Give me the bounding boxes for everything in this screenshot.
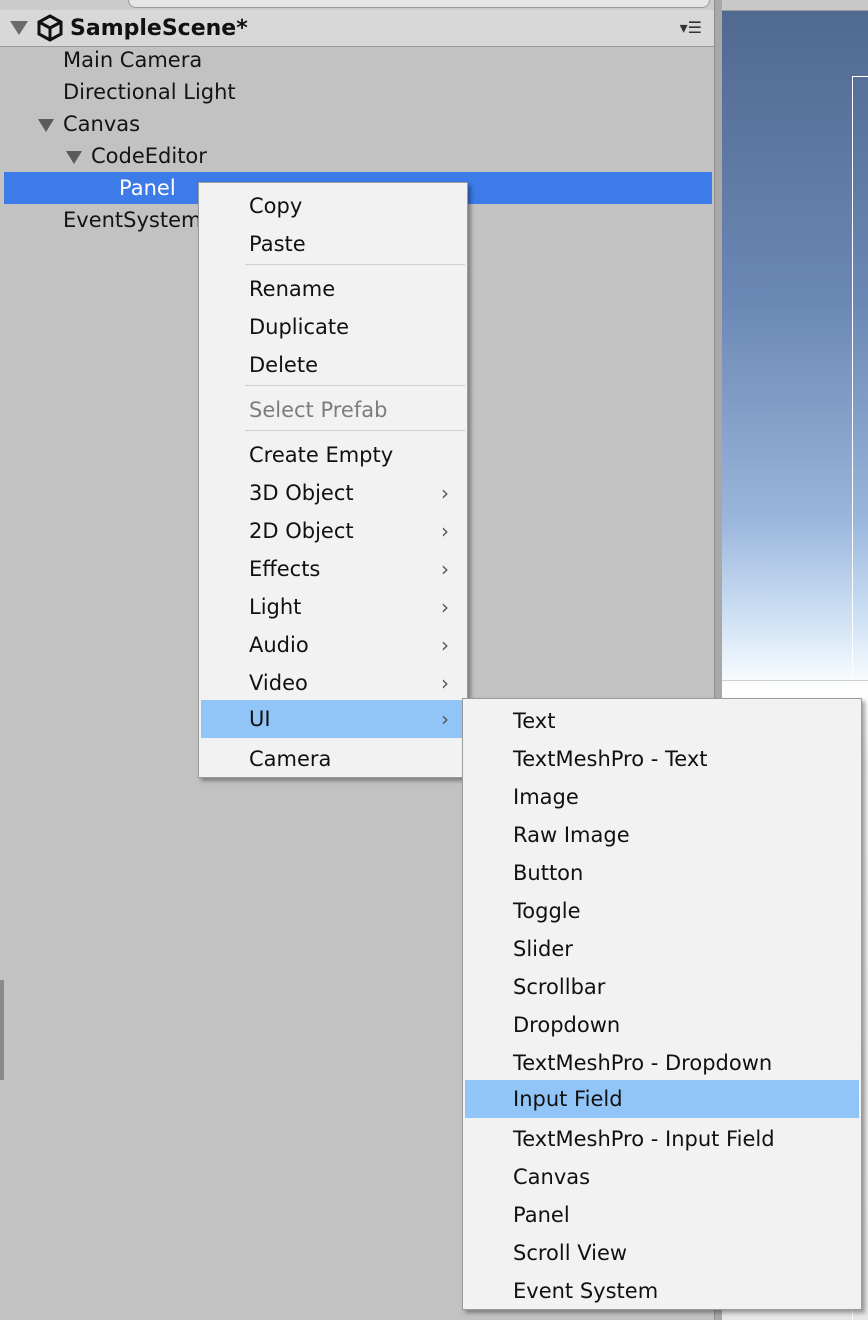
menu-item-label: Video: [249, 671, 308, 695]
menu-item-label: Button: [513, 861, 584, 885]
canvas-outline: [852, 76, 868, 77]
menu-item-label: Toggle: [513, 899, 581, 923]
menu-item-camera[interactable]: Camera: [199, 740, 467, 778]
submenu-item-event-system[interactable]: Event System: [463, 1272, 861, 1310]
submenu-chevron-icon: ›: [441, 671, 449, 695]
menu-item-label: 2D Object: [249, 519, 354, 543]
menu-item-label: TextMeshPro - Dropdown: [513, 1051, 773, 1075]
submenu-item-toggle[interactable]: Toggle: [463, 892, 861, 930]
hierarchy-item-label: Main Camera: [63, 48, 203, 72]
hierarchy-item-directional-light[interactable]: Directional Light: [4, 76, 712, 108]
menu-item-label: Raw Image: [513, 823, 630, 847]
submenu-item-scrollbar[interactable]: Scrollbar: [463, 968, 861, 1006]
menu-item-label: Audio: [249, 633, 309, 657]
menu-item-label: Effects: [249, 557, 321, 581]
menu-item-label: Duplicate: [249, 315, 350, 339]
hierarchy-item-main-camera[interactable]: Main Camera: [4, 44, 712, 76]
hierarchy-search-field[interactable]: [128, 0, 710, 8]
menu-item-label: TextMeshPro - Input Field: [513, 1127, 775, 1151]
menu-separator: [245, 385, 465, 386]
menu-item-delete[interactable]: Delete: [199, 346, 467, 384]
hierarchy-item-label: EventSystem: [63, 208, 202, 232]
submenu-item-text[interactable]: Text: [463, 702, 861, 740]
submenu-item-dropdown[interactable]: Dropdown: [463, 1006, 861, 1044]
menu-item-label: Delete: [249, 353, 318, 377]
submenu-item-scroll-view[interactable]: Scroll View: [463, 1234, 861, 1272]
unity-scene-icon: [36, 14, 64, 42]
submenu-item-image[interactable]: Image: [463, 778, 861, 816]
submenu-item-textmeshpro-text[interactable]: TextMeshPro - Text: [463, 740, 861, 778]
menu-item-label: Light: [249, 595, 302, 619]
menu-item-label: Text: [513, 709, 556, 733]
submenu-chevron-icon: ›: [441, 481, 449, 505]
menu-item-3d-object[interactable]: 3D Object ›: [199, 474, 467, 512]
menu-item-label: Event System: [513, 1279, 659, 1303]
menu-item-audio[interactable]: Audio ›: [199, 626, 467, 664]
menu-item-paste[interactable]: Paste: [199, 225, 467, 263]
expand-arrow-icon[interactable]: [66, 151, 82, 164]
menu-item-video[interactable]: Video ›: [199, 664, 467, 702]
menu-item-copy[interactable]: Copy: [199, 187, 467, 225]
submenu-chevron-icon: ›: [441, 633, 449, 657]
menu-item-label: Camera: [249, 747, 332, 771]
horizon-line: [722, 680, 868, 681]
menu-item-create-empty[interactable]: Create Empty: [199, 436, 467, 474]
menu-item-label: Panel: [513, 1203, 570, 1227]
menu-item-duplicate[interactable]: Duplicate: [199, 308, 467, 346]
menu-item-label: Dropdown: [513, 1013, 621, 1037]
submenu-item-textmeshpro-input-field[interactable]: TextMeshPro - Input Field: [463, 1120, 861, 1158]
context-menu: Copy Paste Rename Duplicate Delete Selec…: [198, 182, 468, 778]
submenu-item-input-field[interactable]: Input Field: [465, 1080, 859, 1118]
submenu-chevron-icon: ›: [441, 557, 449, 581]
expand-arrow-icon[interactable]: [38, 119, 54, 132]
menu-item-2d-object[interactable]: 2D Object ›: [199, 512, 467, 550]
menu-item-label: Canvas: [513, 1165, 591, 1189]
ui-submenu: Text TextMeshPro - Text Image Raw Image …: [462, 698, 862, 1310]
menu-item-rename[interactable]: Rename: [199, 270, 467, 308]
hierarchy-item-label: CodeEditor: [91, 144, 207, 168]
hierarchy-item-canvas[interactable]: Canvas: [4, 108, 712, 140]
panel-edge: [0, 980, 4, 1080]
menu-item-label: Create Empty: [249, 443, 394, 467]
menu-item-effects[interactable]: Effects ›: [199, 550, 467, 588]
submenu-item-button[interactable]: Button: [463, 854, 861, 892]
hierarchy-item-label: Canvas: [63, 112, 141, 136]
menu-item-label: Scroll View: [513, 1241, 628, 1265]
submenu-item-textmeshpro-dropdown[interactable]: TextMeshPro - Dropdown: [463, 1044, 861, 1082]
hierarchy-item-label: Directional Light: [63, 80, 236, 104]
menu-item-label: 3D Object: [249, 481, 354, 505]
menu-item-label: Paste: [249, 232, 306, 256]
menu-item-label: Select Prefab: [249, 398, 388, 422]
hierarchy-options-menu-icon[interactable]: ▾☰: [680, 18, 702, 37]
scene-fold-arrow-icon[interactable]: [10, 21, 28, 35]
menu-item-label: Input Field: [513, 1087, 623, 1111]
menu-item-ui[interactable]: UI ›: [201, 700, 465, 738]
menu-item-label: Slider: [513, 937, 573, 961]
scene-view-toolbar: [722, 0, 868, 11]
submenu-item-raw-image[interactable]: Raw Image: [463, 816, 861, 854]
menu-item-label: TextMeshPro - Text: [513, 747, 708, 771]
menu-item-label: Copy: [249, 194, 303, 218]
hierarchy-item-codeeditor[interactable]: CodeEditor: [4, 140, 712, 172]
menu-separator: [245, 430, 465, 431]
hierarchy-toolbar: [0, 0, 714, 10]
menu-item-label: Rename: [249, 277, 336, 301]
submenu-item-panel[interactable]: Panel: [463, 1196, 861, 1234]
submenu-chevron-icon: ›: [441, 595, 449, 619]
menu-item-label: Scrollbar: [513, 975, 606, 999]
submenu-chevron-icon: ›: [441, 707, 449, 731]
menu-item-light[interactable]: Light ›: [199, 588, 467, 626]
hierarchy-item-label: Panel: [119, 176, 176, 200]
scene-title: SampleScene*: [70, 15, 248, 41]
submenu-item-canvas[interactable]: Canvas: [463, 1158, 861, 1196]
submenu-item-slider[interactable]: Slider: [463, 930, 861, 968]
menu-separator: [245, 264, 465, 265]
menu-item-label: Image: [513, 785, 579, 809]
scene-header[interactable]: SampleScene* ▾☰: [0, 10, 714, 47]
menu-item-select-prefab: Select Prefab: [199, 391, 467, 429]
menu-item-label: UI: [249, 707, 271, 731]
submenu-chevron-icon: ›: [441, 519, 449, 543]
